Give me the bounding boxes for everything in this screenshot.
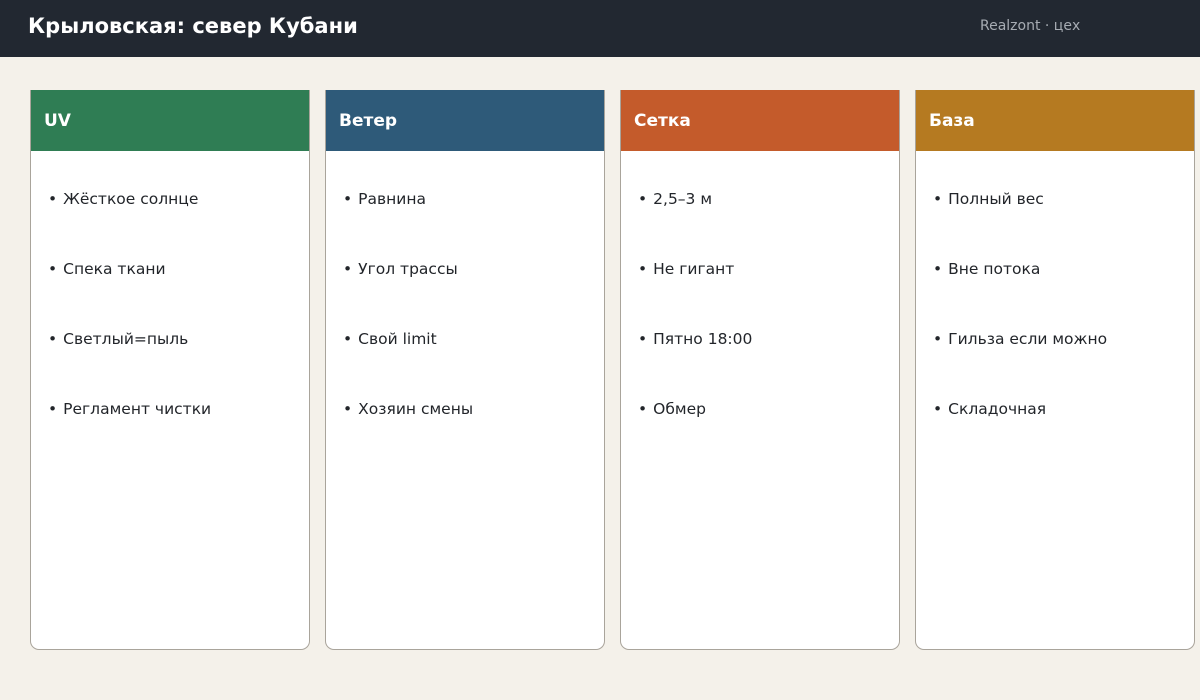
list-item: • Обмер bbox=[638, 398, 899, 468]
list-item-text: Пятно 18:00 bbox=[653, 330, 753, 348]
list-item: • Полный вес bbox=[933, 188, 1194, 258]
card-list: • Равнина • Угол трассы • Свой limit • Хозяи… bbox=[326, 151, 604, 468]
card-list: • Жёсткое солнце • Спека ткани • Светлый=пы… bbox=[31, 151, 309, 468]
list-item: • Вне потока bbox=[933, 258, 1194, 328]
list-item-text: Складочная bbox=[948, 400, 1047, 418]
page-title: Крыловская: север Кубани bbox=[28, 14, 358, 38]
bullet-icon: • bbox=[933, 260, 943, 278]
top-bar: Крыловская: север Кубани Realzont · цех bbox=[0, 0, 1200, 57]
list-item-text: Гильза если можно bbox=[948, 330, 1108, 348]
bullet-icon: • bbox=[343, 330, 353, 348]
card-header-grid: Сетка bbox=[621, 90, 899, 151]
list-item-text: Жёсткое солнце bbox=[63, 190, 199, 208]
bullet-icon: • bbox=[48, 190, 58, 208]
list-item: • Светлый=пыль bbox=[48, 328, 309, 398]
card-header-wind: Ветер bbox=[326, 90, 604, 151]
card-uv: UV • Жёсткое солнце • Спека ткани • Светлый… bbox=[30, 90, 310, 650]
list-item: • Гильза если можно bbox=[933, 328, 1194, 398]
bullet-icon: • bbox=[48, 330, 58, 348]
list-item-text: Полный вес bbox=[948, 190, 1044, 208]
list-item: • Пятно 18:00 bbox=[638, 328, 899, 398]
list-item-text: Свой limit bbox=[358, 330, 437, 348]
bullet-icon: • bbox=[638, 190, 648, 208]
list-item: • Жёсткое солнце bbox=[48, 188, 309, 258]
list-item: • Не гигант bbox=[638, 258, 899, 328]
card-header-uv: UV bbox=[31, 90, 309, 151]
card-grid: Сетка • 2,5–3 м • Не гигант • Пятно 18:00 •… bbox=[620, 90, 900, 650]
bullet-icon: • bbox=[638, 260, 648, 278]
bullet-icon: • bbox=[638, 400, 648, 418]
list-item: • Складочная bbox=[933, 398, 1194, 468]
card-base: База • Полный вес • Вне потока • Гильза есл… bbox=[915, 90, 1195, 650]
list-item: • Хозяин смены bbox=[343, 398, 604, 468]
list-item: • Регламент чистки bbox=[48, 398, 309, 468]
bullet-icon: • bbox=[933, 400, 943, 418]
bullet-icon: • bbox=[638, 330, 648, 348]
card-wind: Ветер • Равнина • Угол трассы • Свой limit … bbox=[325, 90, 605, 650]
brand-label: Realzont · цех bbox=[980, 18, 1081, 34]
list-item-text: Светлый=пыль bbox=[63, 330, 189, 348]
list-item-text: Хозяин смены bbox=[358, 400, 474, 418]
list-item-text: Угол трассы bbox=[358, 260, 458, 278]
list-item-text: Обмер bbox=[653, 400, 706, 418]
list-item-text: Вне потока bbox=[948, 260, 1041, 278]
card-list: • 2,5–3 м • Не гигант • Пятно 18:00 • Обмер bbox=[621, 151, 899, 468]
list-item-text: 2,5–3 м bbox=[653, 190, 713, 208]
bullet-icon: • bbox=[343, 190, 353, 208]
list-item-text: Не гигант bbox=[653, 260, 735, 278]
card-header-base: База bbox=[916, 90, 1194, 151]
card-title: Сетка bbox=[634, 110, 691, 131]
card-title: UV bbox=[44, 110, 71, 131]
list-item-text: Равнина bbox=[358, 190, 426, 208]
bullet-icon: • bbox=[343, 400, 353, 418]
bullet-icon: • bbox=[933, 190, 943, 208]
bullet-icon: • bbox=[933, 330, 943, 348]
bullet-icon: • bbox=[343, 260, 353, 278]
list-item: • Равнина bbox=[343, 188, 604, 258]
bullet-icon: • bbox=[48, 400, 58, 418]
card-title: Ветер bbox=[339, 110, 398, 131]
list-item: • 2,5–3 м bbox=[638, 188, 899, 258]
list-item: • Спека ткани bbox=[48, 258, 309, 328]
list-item-text: Спека ткани bbox=[63, 260, 166, 278]
list-item: • Свой limit bbox=[343, 328, 604, 398]
list-item: • Угол трассы bbox=[343, 258, 604, 328]
bullet-icon: • bbox=[48, 260, 58, 278]
list-item-text: Регламент чистки bbox=[63, 400, 212, 418]
card-title: База bbox=[929, 110, 975, 131]
card-list: • Полный вес • Вне потока • Гильза если мож… bbox=[916, 151, 1194, 468]
